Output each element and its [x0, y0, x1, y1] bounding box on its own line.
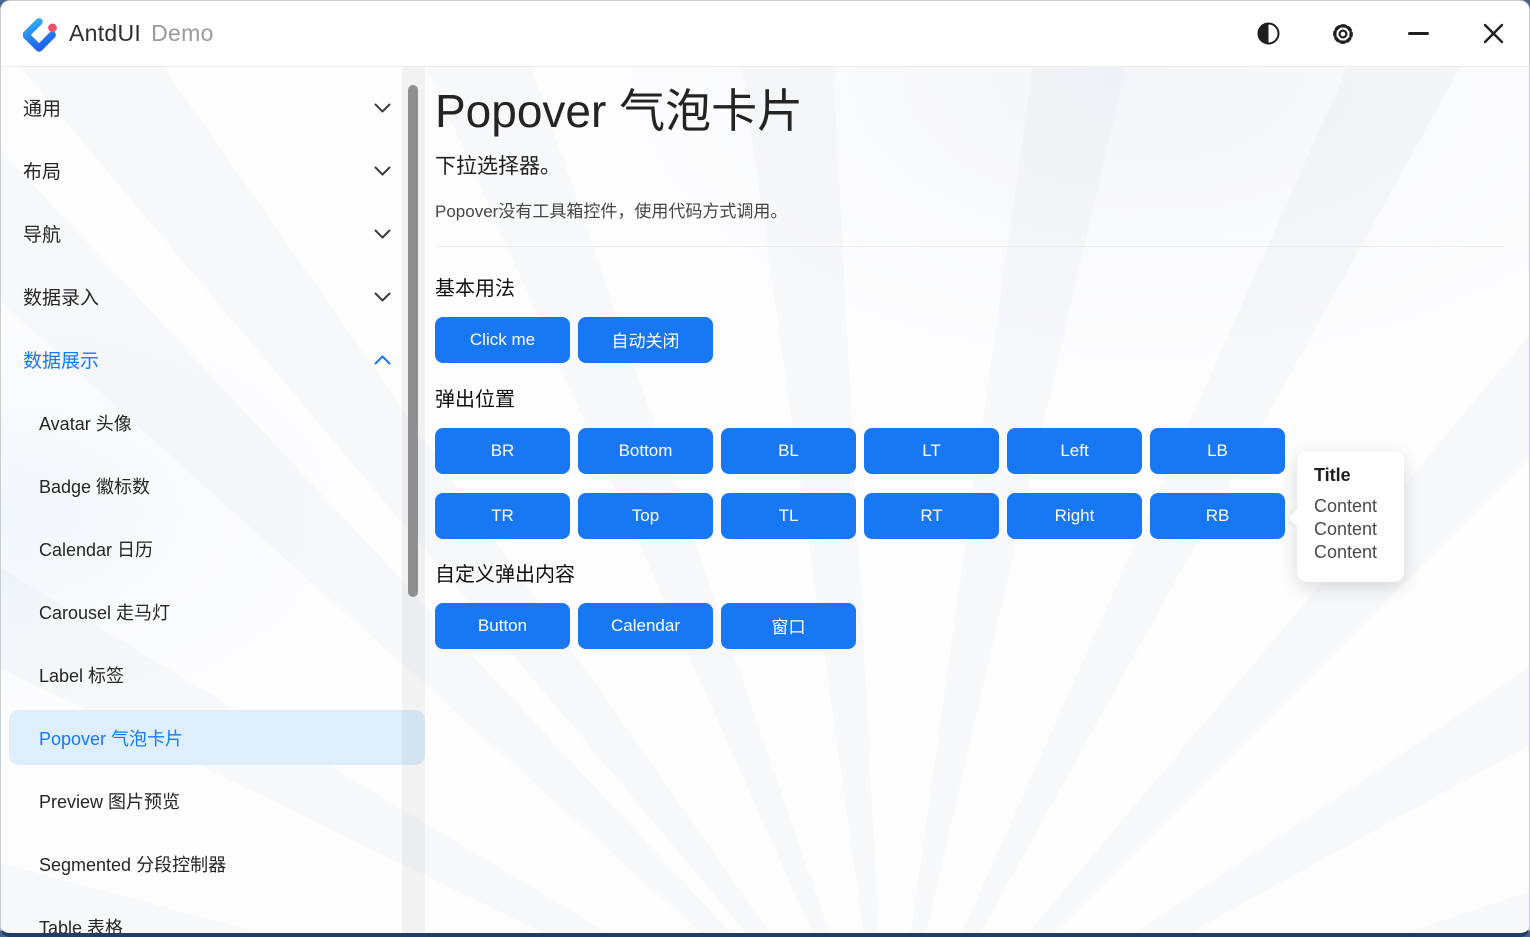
sidebar-group-general[interactable]: 通用 — [1, 76, 425, 139]
sidebar-scrollbar-thumb[interactable] — [408, 85, 418, 597]
placement-left-button[interactable]: Left — [1007, 428, 1142, 474]
placement-tl-button[interactable]: TL — [721, 493, 856, 539]
custom-button-row: Button Calendar 窗口 — [435, 603, 1505, 649]
custom-window-button[interactable]: 窗口 — [721, 603, 856, 649]
placement-right-button[interactable]: Right — [1007, 493, 1142, 539]
sidebar-group-label: 通用 — [23, 94, 61, 121]
sidebar-item-label: Badge 徽标数 — [39, 473, 150, 499]
page-description: Popover没有工具箱控件，使用代码方式调用。 — [435, 197, 1505, 222]
sidebar-item-segmented[interactable]: Segmented 分段控制器 — [1, 832, 425, 895]
sidebar-item-table[interactable]: Table 表格 — [1, 895, 425, 933]
minimize-icon — [1408, 32, 1429, 35]
app-title: AntdUI Demo — [69, 20, 214, 47]
sidebar-group-label: 数据展示 — [23, 346, 99, 373]
auto-close-button[interactable]: 自动关闭 — [578, 317, 713, 363]
placement-top-button[interactable]: Top — [578, 493, 713, 539]
chevron-up-icon — [374, 355, 391, 365]
popover-card: Title Content Content Content — [1297, 451, 1404, 582]
sidebar-group-label: 导航 — [23, 220, 61, 247]
sidebar-group-navigation[interactable]: 导航 — [1, 202, 425, 265]
titlebar: AntdUI Demo — [1, 1, 1529, 67]
section-heading-basic: 基本用法 — [435, 272, 1505, 301]
placement-bottom-button[interactable]: Bottom — [578, 428, 713, 474]
placement-lt-button[interactable]: LT — [864, 428, 999, 474]
section-heading-placement: 弹出位置 — [435, 383, 1505, 412]
sidebar-item-preview[interactable]: Preview 图片预览 — [1, 769, 425, 832]
basic-button-row: Click me 自动关闭 — [435, 317, 1505, 363]
sidebar-group-data-entry[interactable]: 数据录入 — [1, 265, 425, 328]
chevron-down-icon — [374, 292, 391, 302]
sidebar-item-popover[interactable]: Popover 气泡卡片 — [1, 706, 425, 769]
click-me-button[interactable]: Click me — [435, 317, 570, 363]
sidebar: 通用 布局 导航 数据录入 — [1, 67, 425, 933]
sidebar-group-data-display[interactable]: 数据展示 — [1, 328, 425, 391]
app-window: AntdUIDemo 通 — [0, 0, 1530, 937]
sidebar-item-label: Table 表格 — [39, 914, 123, 934]
app-name: AntdUI — [69, 20, 141, 46]
sidebar-group-layout[interactable]: 布局 — [1, 139, 425, 202]
placement-lb-button[interactable]: LB — [1150, 428, 1285, 474]
sidebar-group-label: 数据录入 — [23, 283, 99, 310]
gear-icon — [1331, 22, 1355, 46]
sidebar-item-carousel[interactable]: Carousel 走马灯 — [1, 580, 425, 643]
sidebar-item-label: Popover 气泡卡片 — [39, 725, 183, 751]
app-mode: Demo — [151, 20, 214, 46]
close-icon — [1483, 23, 1504, 44]
antdui-logo-icon — [23, 15, 57, 53]
popover-content-line: Content — [1314, 541, 1404, 564]
page-subtitle: 下拉选择器。 — [435, 150, 1505, 180]
minimize-button[interactable] — [1406, 22, 1430, 46]
placement-tr-button[interactable]: TR — [435, 493, 570, 539]
sidebar-item-label[interactable]: Label 标签 — [1, 643, 425, 706]
sidebar-scrollbar-track[interactable] — [402, 67, 425, 933]
placement-bl-button[interactable]: BL — [721, 428, 856, 474]
page-title: Popover 气泡卡片 — [435, 83, 1505, 141]
sidebar-item-label: Avatar 头像 — [39, 410, 132, 436]
placement-br-button[interactable]: BR — [435, 428, 570, 474]
sidebar-item-label: Preview 图片预览 — [39, 788, 180, 814]
divider — [435, 246, 1505, 247]
sidebar-item-label: Carousel 走马灯 — [39, 599, 170, 625]
popover-content-line: Content — [1314, 518, 1404, 541]
chevron-down-icon — [374, 229, 391, 239]
chevron-down-icon — [374, 166, 391, 176]
sidebar-group-label: 布局 — [23, 157, 61, 184]
sidebar-item-calendar[interactable]: Calendar 日历 — [1, 517, 425, 580]
settings-button[interactable] — [1331, 22, 1355, 46]
chevron-down-icon — [374, 103, 391, 113]
placement-rb-button[interactable]: RB — [1150, 493, 1285, 539]
half-circle-theme-icon — [1257, 22, 1280, 45]
custom-calendar-button[interactable]: Calendar — [578, 603, 713, 649]
placement-rt-button[interactable]: RT — [864, 493, 999, 539]
sidebar-item-label: Label 标签 — [39, 662, 124, 688]
custom-button-button[interactable]: Button — [435, 603, 570, 649]
sidebar-item-label: Segmented 分段控制器 — [39, 851, 226, 877]
sidebar-item-badge[interactable]: Badge 徽标数 — [1, 454, 425, 517]
sidebar-item-avatar[interactable]: Avatar 头像 — [1, 391, 425, 454]
popover-title: Title — [1314, 465, 1404, 486]
sidebar-item-label: Calendar 日历 — [39, 536, 153, 562]
theme-toggle-button[interactable] — [1256, 22, 1280, 46]
close-button[interactable] — [1481, 22, 1505, 46]
popover-content-line: Content — [1314, 495, 1404, 518]
